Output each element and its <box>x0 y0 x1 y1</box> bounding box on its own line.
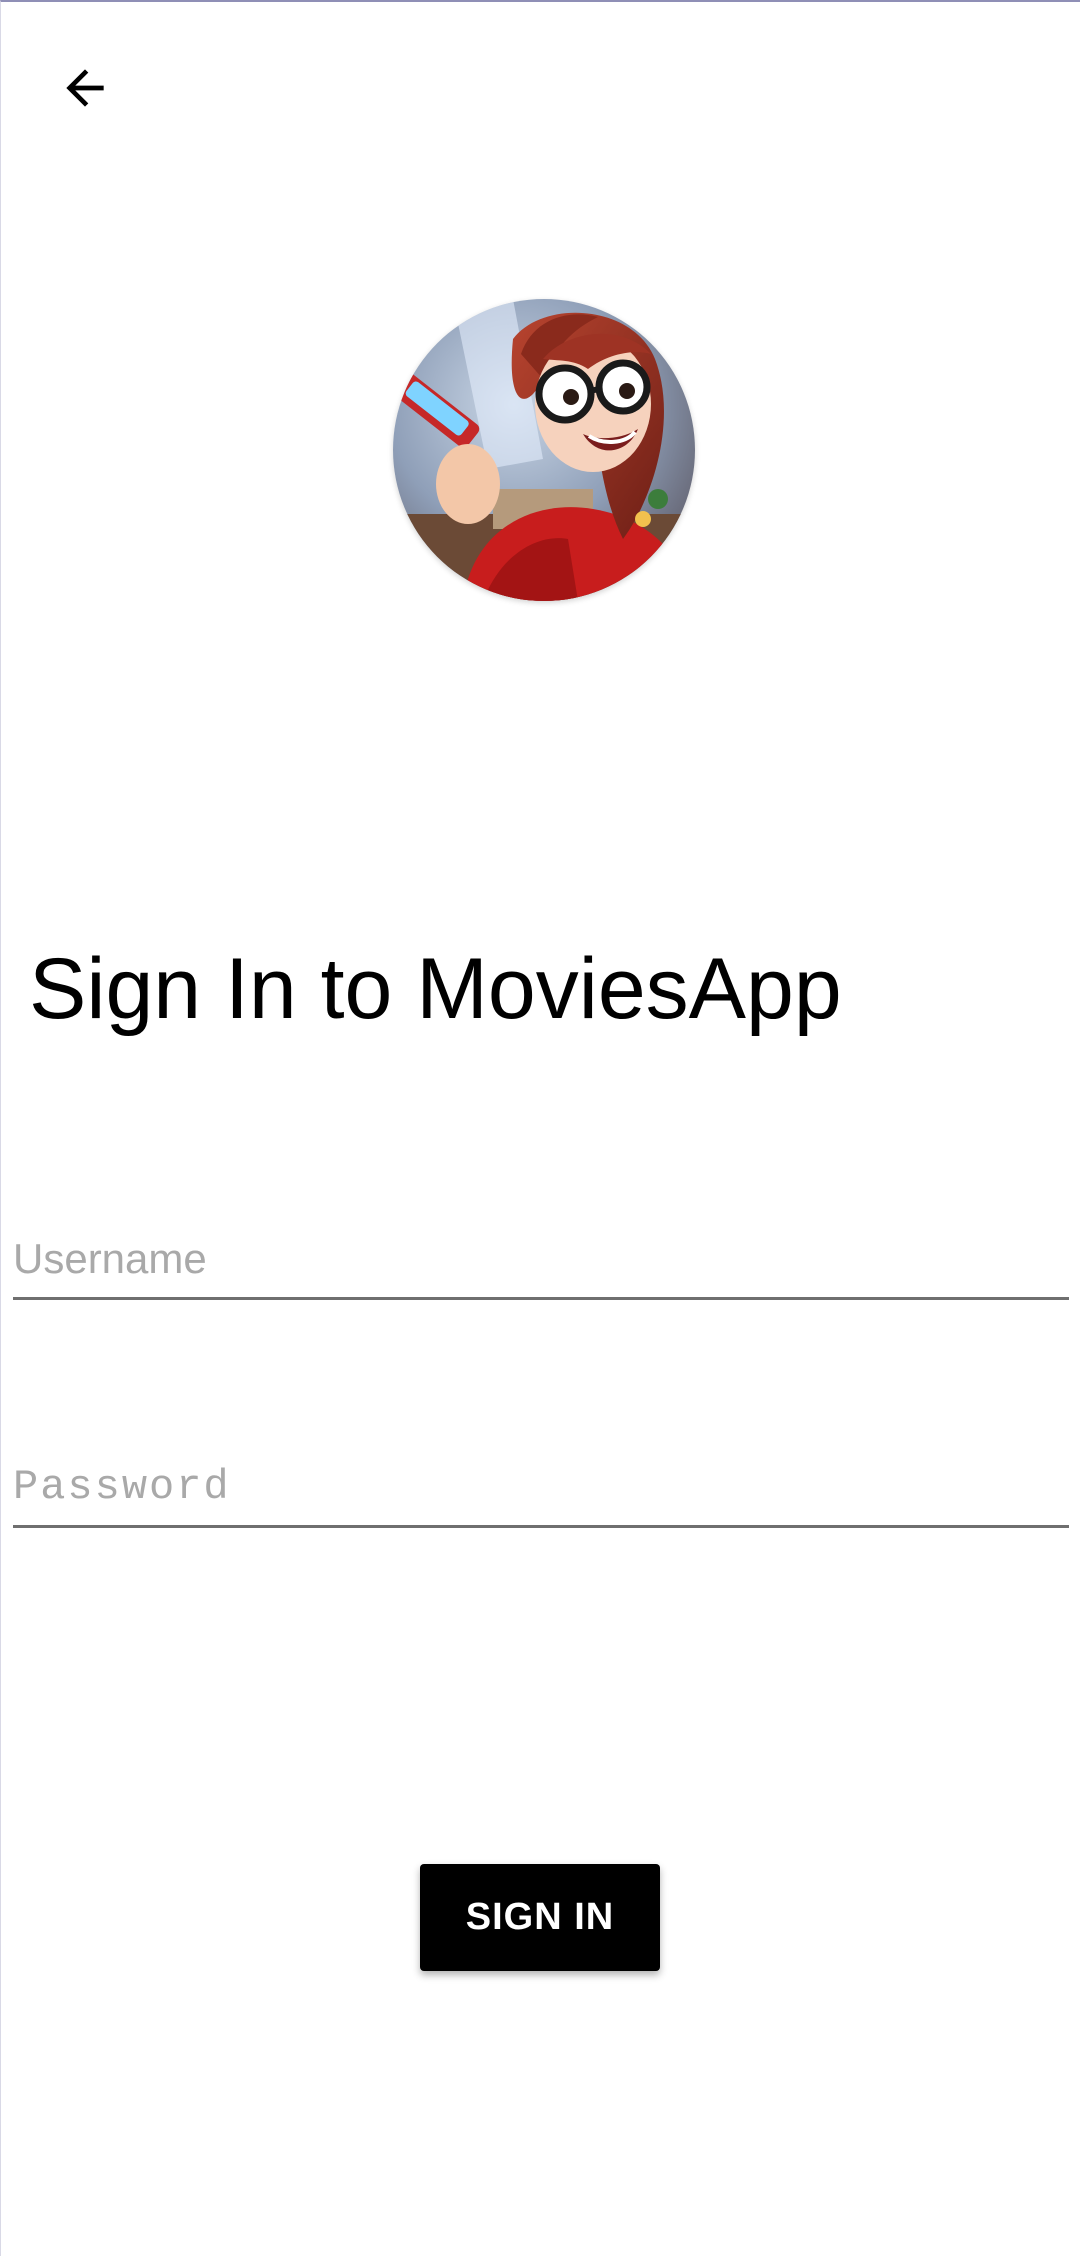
sign-in-screen: Sign In to MoviesApp SIGN IN <box>0 0 1080 2256</box>
password-input[interactable] <box>13 1448 1069 1528</box>
avatar <box>393 299 695 601</box>
cartoon-avatar-image <box>393 299 695 601</box>
username-input[interactable] <box>13 1220 1069 1300</box>
back-button[interactable] <box>45 48 125 128</box>
arrow-back-icon <box>66 69 104 107</box>
page-title: Sign In to MoviesApp <box>29 941 842 1037</box>
sign-in-button[interactable]: SIGN IN <box>420 1864 660 1971</box>
